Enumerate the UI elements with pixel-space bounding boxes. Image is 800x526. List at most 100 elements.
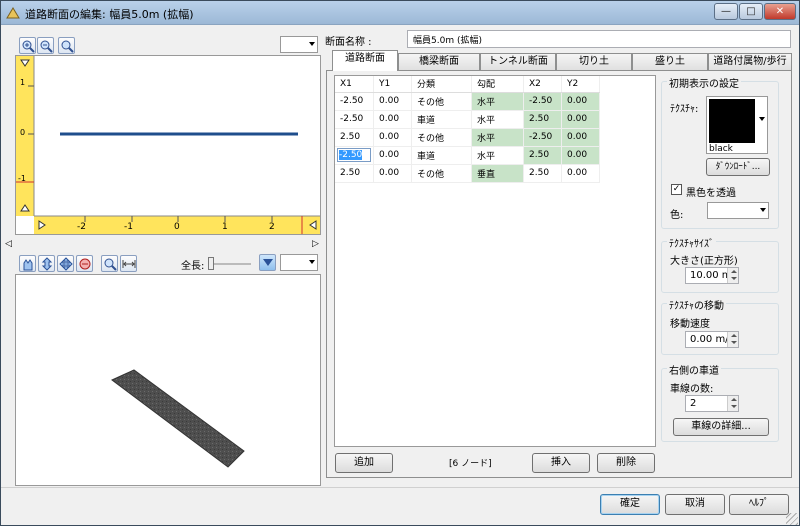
ruler-h-label: 2 (269, 222, 275, 232)
cell[interactable]: 0.00 (561, 128, 600, 147)
cell[interactable]: 0.00 (561, 110, 600, 129)
3d-view[interactable] (15, 274, 321, 486)
profile-view[interactable]: 1 0 -1 -2 -1 0 1 2 (15, 55, 321, 235)
table-row[interactable]: -2.50 0.00 その他 水平 -2.50 0.00 (335, 92, 600, 111)
cell[interactable]: 車道 (411, 146, 472, 165)
cell[interactable]: -2.50 (335, 92, 374, 111)
updown-arrows-icon (41, 257, 53, 271)
zoom-fit-button[interactable] (58, 37, 75, 54)
color-dropdown-top[interactable] (280, 36, 318, 53)
view-mode-button[interactable] (259, 254, 276, 271)
dialog-window: 道路断面の編集: 幅員5.0m (拡幅) — □ ✕ 1 0 -1 -2 -1 … (0, 0, 800, 526)
cell[interactable]: 0.00 (561, 164, 600, 183)
cell-editing[interactable]: -2.50 (335, 146, 374, 165)
cell[interactable]: -2.50 (523, 128, 562, 147)
speed-spinner[interactable]: 0.00 m/s (685, 331, 739, 348)
rotate-button[interactable] (19, 255, 36, 272)
ruler-v-label: 1 (20, 78, 26, 87)
table-row[interactable]: -2.50 0.00 車道 水平 2.50 0.00 (335, 146, 600, 165)
zoom-in-button[interactable] (19, 37, 36, 54)
table-header: X1 Y1 分類 勾配 X2 Y2 (335, 76, 600, 93)
cell[interactable]: 2.50 (335, 164, 374, 183)
name-input[interactable]: 幅員5.0m (拡幅) (407, 30, 791, 48)
length-slider-track (209, 263, 251, 265)
tab-cut[interactable]: 切り土 (556, 53, 632, 70)
name-label: 断面名称 : (325, 37, 372, 48)
delete-button[interactable]: 削除 (597, 453, 655, 473)
updown-button[interactable] (38, 255, 55, 272)
cell[interactable]: その他 (411, 92, 472, 111)
download-button[interactable]: ﾀﾞｳﾝﾛｰﾄﾞ... (706, 158, 770, 176)
tab-tunnel-section[interactable]: トンネル断面 (480, 53, 556, 70)
magnifier-icon (104, 258, 117, 271)
transparent-checkbox[interactable]: ✓ (671, 184, 682, 195)
cell[interactable]: 車道 (411, 110, 472, 129)
cell[interactable]: 垂直 (471, 164, 524, 183)
cell[interactable]: 0.00 (561, 146, 600, 165)
section-table[interactable]: X1 Y1 分類 勾配 X2 Y2 -2.50 0.00 その他 水平 -2.50 0.0… (335, 76, 600, 183)
lane-count-spinner[interactable]: 2 (685, 395, 739, 412)
cell[interactable]: 2.50 (523, 164, 562, 183)
table-row[interactable]: 2.50 0.00 その他 水平 -2.50 0.00 (335, 128, 600, 147)
zoom-3d-button[interactable] (101, 255, 118, 272)
road-3d-canvas (111, 369, 245, 468)
minimize-button[interactable]: — (714, 3, 738, 20)
cell[interactable]: 2.50 (523, 110, 562, 129)
col-y1: Y1 (373, 76, 412, 93)
cell[interactable]: 0.00 (561, 92, 600, 111)
splitter-left-arrow[interactable]: ◁ (5, 239, 12, 249)
maximize-button[interactable]: □ (739, 3, 763, 20)
resize-grip[interactable] (786, 513, 798, 525)
ok-button[interactable]: 確定 (600, 494, 660, 515)
cell[interactable]: 0.00 (373, 110, 412, 129)
reset-icon (79, 258, 91, 270)
cell[interactable]: その他 (411, 164, 472, 183)
cell[interactable]: -2.50 (335, 110, 374, 129)
tab-road-section[interactable]: 道路断面 (332, 50, 398, 71)
cell[interactable]: その他 (411, 128, 472, 147)
zoom-out-button[interactable] (37, 37, 54, 54)
fit-3d-button[interactable] (120, 255, 137, 272)
length-slider-thumb[interactable] (208, 257, 214, 270)
app-icon (6, 7, 20, 19)
reset-view-button[interactable] (76, 255, 93, 272)
ruler-h-label: -2 (77, 222, 86, 232)
table-row[interactable]: -2.50 0.00 車道 水平 2.50 0.00 (335, 110, 600, 129)
tab-bridge-section[interactable]: 橋梁断面 (398, 53, 480, 70)
close-button[interactable]: ✕ (764, 3, 796, 20)
insert-button[interactable]: 挿入 (532, 453, 590, 473)
col-slope: 勾配 (471, 76, 524, 93)
cell[interactable]: 2.50 (523, 146, 562, 165)
funnel-icon (263, 259, 273, 266)
separator (1, 487, 799, 488)
texture-picker[interactable]: black (706, 96, 768, 154)
table-row[interactable]: 2.50 0.00 その他 垂直 2.50 0.00 (335, 164, 600, 183)
tab-road-attachments[interactable]: 道路付属物/歩行 (708, 53, 792, 70)
lane-details-button[interactable]: 車線の詳細... (673, 418, 769, 436)
col-class: 分類 (411, 76, 472, 93)
cell[interactable]: 2.50 (335, 128, 374, 147)
cell[interactable]: 水平 (471, 128, 524, 147)
cell[interactable]: 水平 (471, 92, 524, 111)
cell[interactable]: 0.00 (373, 164, 412, 183)
cell[interactable]: 0.00 (373, 92, 412, 111)
ruler-h-label: -1 (124, 222, 133, 232)
splitter-right-arrow[interactable]: ▷ (312, 239, 319, 249)
color-dropdown[interactable] (707, 202, 769, 219)
initial-settings-title: 初期表示の設定 (667, 75, 741, 90)
cell[interactable]: 水平 (471, 110, 524, 129)
cell[interactable]: -2.50 (523, 92, 562, 111)
move-button[interactable] (57, 255, 74, 272)
help-button[interactable]: ﾍﾙﾌﾟ (729, 494, 789, 515)
add-button[interactable]: 追加 (335, 453, 393, 473)
cell[interactable]: 0.00 (373, 128, 412, 147)
fit-width-icon (122, 260, 136, 268)
size-spinner[interactable]: 10.00 m (685, 267, 739, 284)
cancel-button[interactable]: 取消 (665, 494, 725, 515)
tab-fill[interactable]: 盛り土 (632, 53, 708, 70)
cell[interactable]: 水平 (471, 146, 524, 165)
zoom-fit-icon (61, 40, 74, 53)
cell[interactable]: 0.00 (373, 146, 412, 165)
texture-label: ﾃｸｽﾁｬ: (670, 104, 699, 115)
color-dropdown-3d[interactable] (280, 254, 318, 271)
